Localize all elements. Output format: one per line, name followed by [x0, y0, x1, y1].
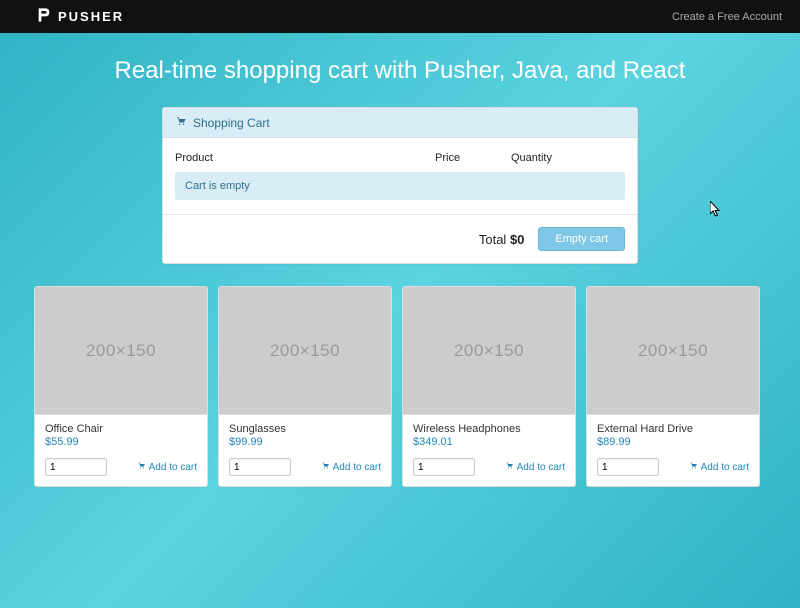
quantity-input[interactable] [229, 458, 291, 476]
product-image-placeholder: 200×150 [587, 287, 759, 415]
product-image-placeholder: 200×150 [219, 287, 391, 415]
pusher-logo-icon [36, 7, 52, 26]
add-to-cart-label: Add to cart [517, 462, 565, 473]
quantity-input[interactable] [597, 458, 659, 476]
cart-body: Product Price Quantity Cart is empty [163, 138, 637, 200]
col-product: Product [175, 152, 435, 164]
product-image-placeholder: 200×150 [35, 287, 207, 415]
product-card: 200×150 Sunglasses$99.99 Add to cart [218, 286, 392, 487]
product-card: 200×150 Wireless Headphones$349.01 Add to … [402, 286, 576, 487]
cart-columns: Product Price Quantity [175, 148, 625, 172]
cart-footer: Total $0 Empty cart [163, 214, 637, 263]
page-title: Real-time shopping cart with Pusher, Jav… [0, 57, 800, 85]
product-card: 200×150 External Hard Drive$89.99 Add to c… [586, 286, 760, 487]
cart-header-label: Shopping Cart [193, 116, 270, 130]
add-to-cart-label: Add to cart [149, 462, 197, 473]
product-price: $99.99 [229, 436, 381, 448]
add-to-cart-link[interactable]: Add to cart [689, 461, 749, 473]
product-image-placeholder: 200×150 [403, 287, 575, 415]
empty-cart-button[interactable]: Empty cart [538, 227, 625, 251]
add-to-cart-label: Add to cart [701, 462, 749, 473]
cart-empty-message: Cart is empty [175, 172, 625, 200]
cart-icon [505, 461, 514, 473]
product-price: $55.99 [45, 436, 197, 448]
product-name: External Hard Drive [597, 423, 749, 435]
brand[interactable]: PUSHER [36, 7, 124, 26]
cart-panel: Shopping Cart Product Price Quantity Car… [162, 107, 638, 264]
add-to-cart-link[interactable]: Add to cart [137, 461, 197, 473]
add-to-cart-link[interactable]: Add to cart [321, 461, 381, 473]
product-name: Wireless Headphones [413, 423, 565, 435]
cart-header: Shopping Cart [163, 108, 637, 138]
create-account-link[interactable]: Create a Free Account [672, 11, 782, 23]
total-label: Total $0 [479, 232, 525, 247]
product-price: $89.99 [597, 436, 749, 448]
navbar: PUSHER Create a Free Account [0, 0, 800, 33]
product-name: Sunglasses [229, 423, 381, 435]
cart-icon [137, 461, 146, 473]
quantity-input[interactable] [413, 458, 475, 476]
product-grid: 200×150Office Chair$55.99Add to cart200×… [0, 286, 800, 487]
cursor-icon [710, 201, 722, 217]
brand-text: PUSHER [58, 9, 124, 24]
cart-icon [689, 461, 698, 473]
product-name: Office Chair [45, 423, 197, 435]
cart-icon [175, 115, 187, 130]
quantity-input[interactable] [45, 458, 107, 476]
col-quantity: Quantity [511, 152, 625, 164]
product-card: 200×150 Office Chair$55.99 Add to cart [34, 286, 208, 487]
col-price: Price [435, 152, 511, 164]
cart-icon [321, 461, 330, 473]
product-price: $349.01 [413, 436, 565, 448]
add-to-cart-label: Add to cart [333, 462, 381, 473]
total-value: $0 [510, 232, 524, 247]
add-to-cart-link[interactable]: Add to cart [505, 461, 565, 473]
